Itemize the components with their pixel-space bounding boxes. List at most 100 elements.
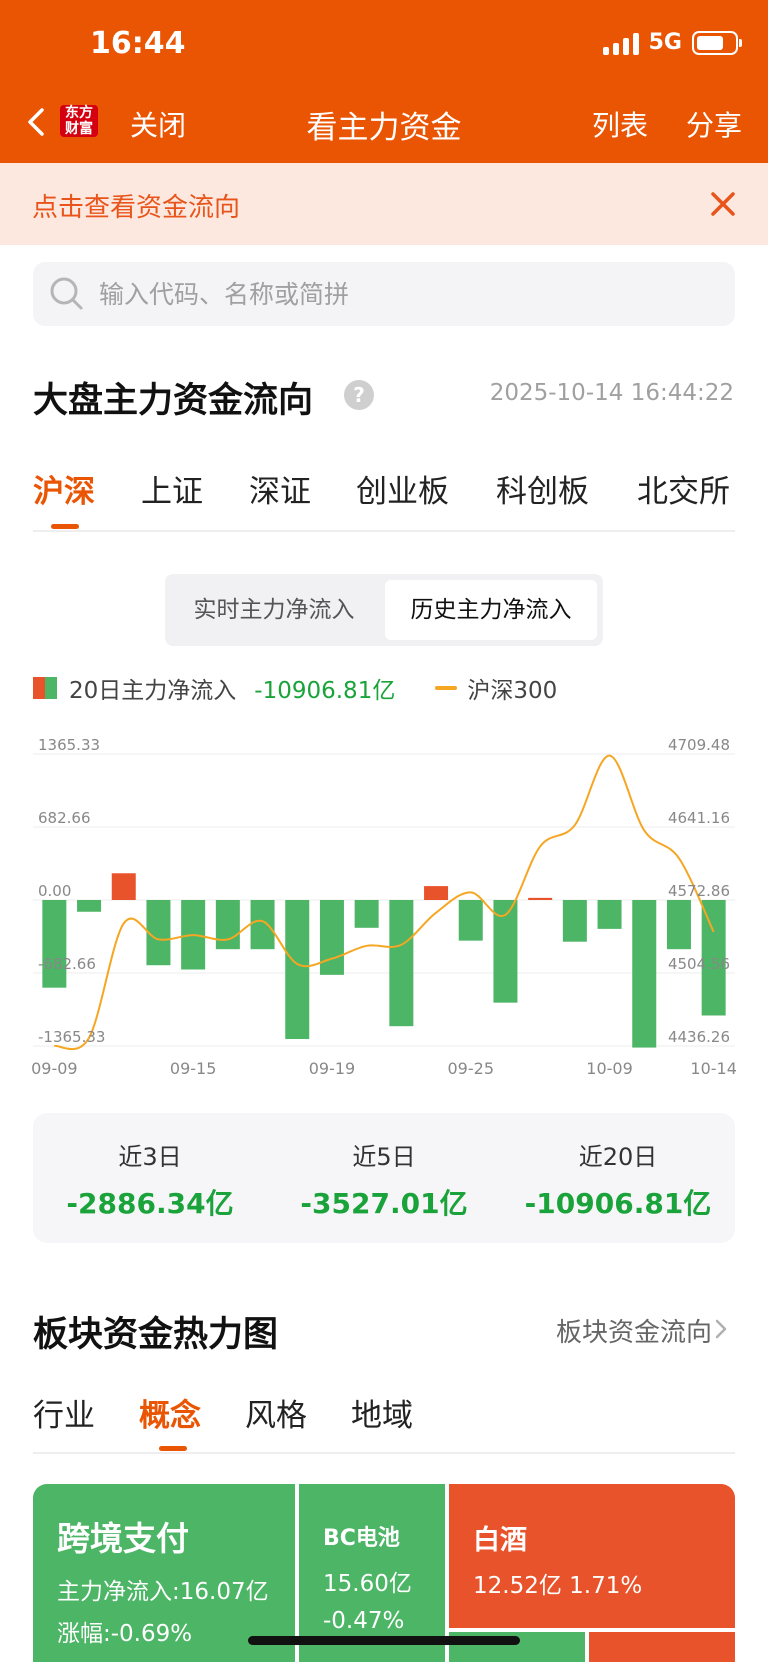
cell-change: 涨幅:-0.69% [57, 1621, 193, 1647]
x-axis-tick-label: 09-09 [31, 1059, 78, 1078]
tab-chinext[interactable]: 创业板 [356, 466, 449, 511]
line-legend-label: 沪深300 [467, 678, 558, 704]
help-icon[interactable]: ? [344, 380, 374, 410]
left-axis-tick-label: 682.66 [38, 809, 91, 827]
right-axis-tick-label: 4641.16 [668, 809, 730, 827]
flow-bar [528, 897, 553, 900]
bar-legend-value: -10906.81亿 [254, 678, 396, 704]
home-indicator [248, 1636, 520, 1645]
flow-mode-toggle: 实时主力净流入 历史主力净流入 [165, 574, 603, 646]
cell-net-inflow: 15.60亿 [323, 1571, 412, 1597]
cell-name: 跨境支付 [57, 1519, 189, 1558]
fund-flow-banner[interactable]: 点击查看资金流向 [0, 163, 768, 245]
cell-change: -0.47% [323, 1608, 405, 1634]
update-timestamp: 2025-10-14 16:44:22 [489, 380, 734, 406]
summary-20d: 近20日 -10906.81亿 [501, 1137, 735, 1222]
flow-bar [562, 900, 587, 942]
flow-bar [285, 900, 310, 1040]
status-bar-icons: 5G [602, 30, 742, 55]
bar-legend-label: 20日主力净流入 [69, 678, 237, 704]
x-axis-tick-label: 09-15 [170, 1059, 217, 1078]
summary-value: -3527.01亿 [300, 1187, 468, 1220]
bar-legend-swatch [33, 677, 57, 699]
left-axis-tick-label: 1365.33 [38, 736, 100, 754]
tab-star-market[interactable]: 科创板 [496, 466, 589, 511]
tab-concept[interactable]: 概念 [139, 1390, 201, 1435]
close-icon[interactable] [706, 187, 740, 221]
cell-net-inflow: 主力净流入:16.07亿 [57, 1579, 269, 1605]
flow-bar [458, 900, 483, 941]
flow-bar [319, 900, 344, 975]
left-axis-tick-label: -682.66 [38, 955, 96, 973]
tab-shanghai[interactable]: 上证 [141, 466, 203, 511]
search-input[interactable] [99, 262, 699, 326]
summary-value: -10906.81亿 [524, 1187, 712, 1220]
search-icon [50, 277, 83, 310]
banner-text[interactable]: 点击查看资金流向 [32, 187, 240, 224]
left-axis-tick-label: -1365.33 [38, 1028, 105, 1046]
market-tabs: 沪深 上证 深证 创业板 科创板 北交所 [33, 466, 735, 532]
tab-shenzhen[interactable]: 深证 [249, 466, 311, 511]
active-tab-indicator [159, 1446, 187, 1451]
back-arrow-icon[interactable] [22, 104, 52, 140]
line-legend-swatch [435, 686, 458, 690]
x-axis-tick-label: 10-09 [586, 1059, 633, 1078]
x-axis-tick-label: 09-19 [309, 1059, 356, 1078]
heatmap-cell-partial[interactable] [589, 1632, 735, 1662]
history-flow-option[interactable]: 历史主力净流入 [385, 580, 597, 640]
tab-hushen[interactable]: 沪深 [33, 466, 95, 511]
x-axis-tick-label: 10-14 [690, 1059, 737, 1078]
section-title: 大盘主力资金流向 [33, 381, 314, 421]
nav-bar: 东方 财富 关闭 看主力资金 列表 分享 [0, 92, 768, 152]
right-axis-tick-label: 4709.48 [668, 736, 730, 754]
flow-bar [389, 900, 414, 1027]
fund-flow-chart[interactable]: 1365.33 682.66 0.00 -682.66 -1365.33 4709.48 4… [0, 722, 768, 1082]
flow-bar [597, 900, 622, 929]
right-axis-tick-label: 4504.56 [668, 955, 730, 973]
search-bar[interactable] [33, 262, 735, 326]
flow-bar [632, 900, 657, 1048]
x-axis-tick-label: 09-25 [448, 1059, 495, 1078]
right-axis-tick-label: 4436.26 [668, 1028, 730, 1046]
flow-bar [42, 900, 67, 988]
right-axis-tick-label: 4572.86 [668, 882, 730, 900]
flow-bar [215, 900, 240, 950]
list-button[interactable]: 列表 [592, 104, 648, 144]
tab-style[interactable]: 风格 [245, 1390, 307, 1435]
tab-beijing-exchange[interactable]: 北交所 [637, 466, 730, 511]
status-time: 16:44 [90, 26, 186, 61]
app-header: 16:44 5G 东方 财富 关闭 看主力资金 列表 分享 [0, 0, 768, 163]
summary-label: 近5日 [352, 1143, 416, 1171]
left-axis-tick-label: 0.00 [38, 882, 71, 900]
active-tab-indicator [51, 524, 79, 529]
realtime-flow-option[interactable]: 实时主力净流入 [171, 580, 377, 640]
cell-detail: 12.52亿 1.71% [473, 1573, 643, 1599]
flow-bar [666, 900, 691, 950]
share-button[interactable]: 分享 [686, 104, 742, 144]
sector-flow-link[interactable]: 板块资金流向 [556, 1312, 712, 1349]
heatmap-section-title: 板块资金热力图 [33, 1315, 279, 1355]
network-label: 5G [648, 30, 682, 55]
flow-bar [424, 886, 449, 900]
tab-region[interactable]: 地域 [351, 1390, 413, 1435]
flow-bar [77, 900, 102, 912]
flow-bar [111, 873, 136, 900]
summary-3d: 近3日 -2886.34亿 [33, 1137, 267, 1222]
cell-name: BC电池 [323, 1526, 400, 1551]
close-button[interactable]: 关闭 [130, 104, 186, 144]
summary-label: 近20日 [578, 1143, 658, 1171]
heatmap-tabs: 行业 概念 风格 地域 [33, 1390, 735, 1454]
battery-icon [692, 30, 742, 55]
summary-5d: 近5日 -3527.01亿 [267, 1137, 501, 1222]
app-logo: 东方 财富 [60, 100, 98, 144]
flow-summary: 近3日 -2886.34亿 近5日 -3527.01亿 近20日 -10906.… [33, 1113, 735, 1243]
heatmap-cell-baijiu[interactable]: 白酒 12.52亿 1.71% [449, 1484, 735, 1628]
signal-icon [602, 31, 639, 55]
page-title: 看主力资金 [306, 110, 462, 146]
tab-industry[interactable]: 行业 [33, 1390, 95, 1435]
cell-name: 白酒 [473, 1525, 527, 1556]
flow-bar [354, 900, 379, 928]
flow-bar [250, 900, 275, 950]
summary-value: -2886.34亿 [66, 1187, 234, 1220]
chevron-right-icon[interactable] [714, 1318, 728, 1340]
